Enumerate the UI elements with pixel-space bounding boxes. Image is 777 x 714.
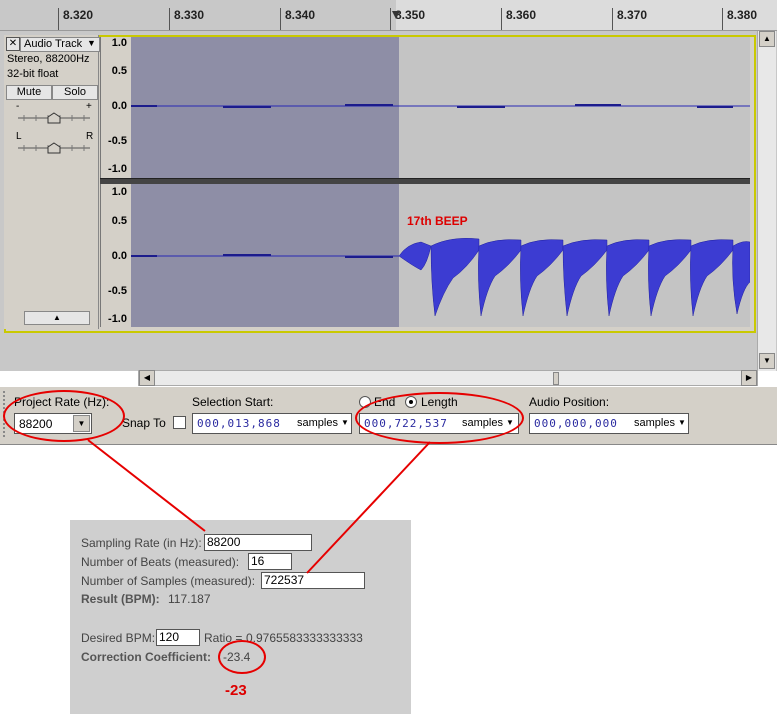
annotation-connector-lines <box>87 439 431 574</box>
